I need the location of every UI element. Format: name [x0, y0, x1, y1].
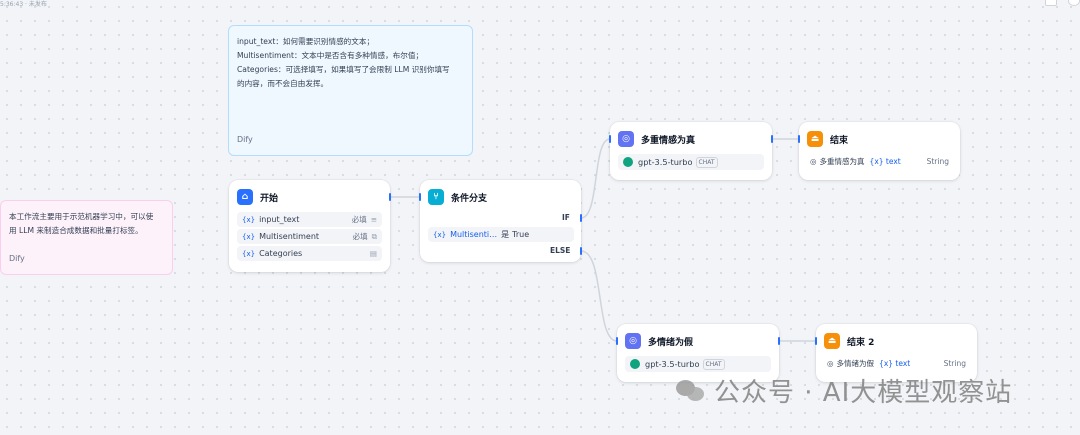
- llm-true-input-handle[interactable]: [609, 135, 611, 143]
- chat-badge: CHAT: [695, 156, 718, 168]
- variable-icon: {x}: [433, 230, 447, 239]
- output-source: 多重情感为真: [819, 157, 865, 166]
- list-icon: ▤: [369, 249, 377, 258]
- llm-icon: ◎: [827, 359, 834, 368]
- required-label: 必填: [352, 232, 368, 241]
- edge-else-llm-false: [580, 250, 618, 342]
- watermark: 公众号 · AI大模型观察站: [676, 370, 1012, 410]
- note-signature: Dify: [237, 135, 253, 144]
- variable-icon: {x}: [242, 232, 256, 241]
- output-var-row[interactable]: ◎ 多重情感为真 {x} text String: [807, 154, 952, 169]
- input-var-row[interactable]: {x} Multisentiment 必填 ⧉: [237, 229, 382, 244]
- end-node-1[interactable]: ⏏ 结束 ◎ 多重情感为真 {x} text String: [799, 122, 960, 180]
- wechat-icon: [676, 378, 706, 402]
- note-line: Categories：可选择填写，如果填写了会限制 LLM 识别你填写: [237, 65, 450, 74]
- note-line: 的内容，而不会自由发挥。: [237, 79, 329, 88]
- node-title: 多情绪为假: [648, 337, 694, 348]
- end1-input-handle[interactable]: [798, 135, 800, 143]
- node-title: 多重情感为真: [641, 135, 696, 146]
- condition-value: True: [512, 230, 530, 239]
- llm-icon: ◎: [618, 131, 634, 147]
- variable-icon: {x}: [242, 215, 256, 224]
- note-signature: Dify: [9, 254, 25, 263]
- ifelse-node[interactable]: ⑂ 条件分支 IF {x} Multisenti… 是 True ELSE: [420, 180, 581, 262]
- var-name: Categories: [259, 249, 303, 258]
- condition-row[interactable]: {x} Multisenti… 是 True: [428, 227, 574, 242]
- note-variables[interactable]: input_text：如何需要识别情感的文本； Multisentiment：文…: [228, 25, 473, 156]
- watermark-text: 公众号 · AI大模型观察站: [714, 377, 1013, 408]
- output-type: String: [926, 157, 949, 166]
- llm-icon: ◎: [810, 157, 817, 166]
- output-var: {x} text: [879, 359, 911, 368]
- output-source: 多情绪为假: [836, 359, 875, 368]
- llm-false-input-handle[interactable]: [616, 337, 618, 345]
- if-output-handle[interactable]: [580, 214, 582, 222]
- variable-icon: {x}: [242, 249, 256, 258]
- openai-icon: [623, 157, 633, 167]
- branch-icon: ⑂: [428, 189, 444, 205]
- node-title: 开始: [260, 193, 279, 204]
- model-selector[interactable]: gpt-3.5-turbo CHAT: [618, 154, 764, 170]
- output-var-row[interactable]: ◎ 多情绪为假 {x} text String: [824, 356, 969, 371]
- start-output-handle[interactable]: [389, 193, 391, 201]
- text-lines-icon: ≡: [370, 215, 377, 224]
- end-icon: ⏏: [807, 131, 823, 147]
- end2-input-handle[interactable]: [815, 337, 817, 345]
- ifelse-input-handle[interactable]: [419, 193, 421, 201]
- note-line: input_text：如何需要识别情感的文本；: [237, 37, 375, 46]
- node-title: 结束 2: [847, 337, 875, 348]
- else-label: ELSE: [550, 246, 571, 255]
- edge-if-llm-true: [580, 138, 611, 219]
- condition-operator: 是: [501, 230, 510, 239]
- input-var-row[interactable]: {x} Categories ▤: [237, 246, 382, 261]
- condition-var: Multisenti…: [450, 230, 498, 239]
- note-description[interactable]: 本工作流主要用于示范机器学习中，可以使 用 LLM 来制造合成数据和批量打标签。…: [0, 200, 173, 275]
- end-icon: ⏏: [824, 333, 840, 349]
- llm-true-node[interactable]: ◎ 多重情感为真 gpt-3.5-turbo CHAT: [610, 122, 772, 180]
- start-node[interactable]: ⌂ 开始 {x} input_text 必填 ≡ {x} Multisentim…: [229, 180, 390, 272]
- output-type: String: [943, 359, 966, 368]
- input-var-row[interactable]: {x} input_text 必填 ≡: [237, 212, 382, 227]
- llm-true-output-handle[interactable]: [771, 135, 773, 143]
- else-output-handle[interactable]: [580, 247, 582, 255]
- chat-badge: CHAT: [702, 358, 725, 370]
- var-name: Multisentiment: [259, 232, 320, 241]
- if-label: IF: [562, 213, 570, 222]
- llm-icon: ◎: [625, 333, 641, 349]
- note-line: 本工作流主要用于示范机器学习中，可以使: [9, 212, 154, 221]
- output-var: {x} text: [869, 157, 901, 166]
- note-line: 用 LLM 来制造合成数据和批量打标签。: [9, 226, 143, 235]
- var-name: input_text: [259, 215, 300, 224]
- model-name: gpt-3.5-turbo: [645, 359, 700, 369]
- node-title: 结束: [830, 135, 849, 146]
- home-icon: ⌂: [237, 189, 253, 205]
- openai-icon: [630, 359, 640, 369]
- llm-false-output-handle[interactable]: [778, 337, 780, 345]
- note-line: Multisentiment：文本中是否含有多种情感，布尔值；: [237, 51, 424, 60]
- node-title: 条件分支: [451, 193, 488, 204]
- required-label: 必填: [351, 215, 367, 224]
- copy-icon: ⧉: [371, 231, 377, 241]
- model-name: gpt-3.5-turbo: [638, 157, 693, 167]
